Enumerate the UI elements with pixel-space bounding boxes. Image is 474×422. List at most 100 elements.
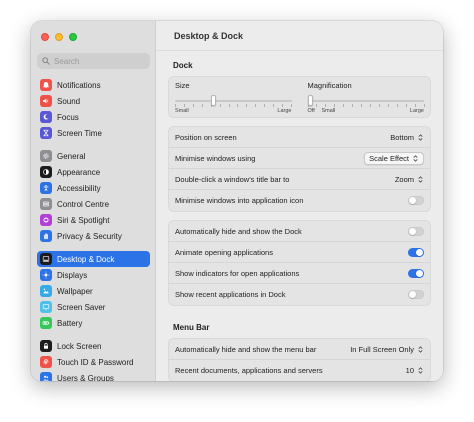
sidebar-item-label: Battery (57, 318, 83, 328)
sidebar-item-label: Notifications (57, 80, 101, 90)
control-centre-icon (40, 198, 52, 210)
indicators-toggle[interactable] (408, 268, 424, 278)
page-title: Desktop & Dock (156, 21, 443, 51)
recent-docs-popup[interactable]: 10 (406, 366, 424, 375)
animate-toggle[interactable] (408, 247, 424, 257)
double-click-value: Zoom (394, 174, 414, 184)
animate-row: Animate opening applications (169, 242, 430, 263)
double-click-popup[interactable]: Zoom (395, 175, 424, 184)
sidebar-item-notifications[interactable]: Notifications (37, 77, 150, 93)
window-controls (41, 33, 77, 41)
sidebar-item-label: Focus (57, 112, 79, 122)
menubar-section-title: Menu Bar (173, 323, 210, 332)
size-slider-knob[interactable] (210, 95, 216, 106)
siri-icon (40, 214, 52, 226)
sidebar-item-label: General (57, 151, 86, 161)
magnification-slider-group: Magnification Off Small Large (307, 81, 424, 114)
gear-icon (40, 150, 52, 162)
sidebar-item-focus[interactable]: Focus (37, 109, 150, 125)
search-icon (42, 57, 50, 65)
chevron-updown-icon (418, 175, 423, 183)
sidebar-item-label: Desktop & Dock (57, 254, 115, 264)
main-pane: Desktop & Dock Dock Size Small Large Mag… (156, 21, 443, 381)
sidebar-list: Notifications Sound Focus Screen Time Genera… (37, 77, 150, 381)
menubar-auto-hide-label: Automatically hide and show the menu bar (175, 344, 317, 354)
dock-size-group: Size Small Large Magnification Off Small (168, 76, 431, 118)
menubar-auto-hide-popup[interactable]: In Full Screen Only (350, 345, 424, 354)
sidebar-item-wallpaper[interactable]: Wallpaper (37, 283, 150, 299)
screen-saver-icon (40, 301, 52, 313)
sidebar-item-touch-id-password[interactable]: Touch ID & Password (37, 354, 150, 370)
auto-hide-dock-label: Automatically hide and show the Dock (175, 226, 302, 236)
position-popup[interactable]: Bottom (390, 133, 424, 142)
position-label: Position on screen (175, 132, 237, 142)
sidebar-item-label: Appearance (57, 167, 101, 177)
minimise-using-value: Scale Effect (369, 153, 409, 163)
double-click-label: Double-click a window's title bar to (175, 174, 290, 184)
chevron-updown-icon (418, 367, 423, 374)
minimise-into-icon-label: Minimise windows into application icon (175, 196, 304, 205)
sidebar-item-accessibility[interactable]: Accessibility (37, 180, 150, 196)
minimise-into-icon-row: Minimise windows into application icon (169, 190, 430, 211)
magnification-min-label: Small (321, 108, 336, 114)
double-click-row: Double-click a window's title bar to Zoo… (169, 169, 430, 190)
sidebar-item-users-groups[interactable]: Users & Groups (37, 370, 150, 381)
sidebar-item-privacy-security[interactable]: Privacy & Security (37, 228, 150, 244)
sidebar-item-screen-saver[interactable]: Screen Saver (37, 299, 150, 315)
recent-docs-value: 10 (405, 366, 414, 375)
minimise-using-popup[interactable]: Scale Effect (364, 151, 424, 165)
close-button[interactable] (41, 33, 49, 41)
fingerprint-icon (40, 356, 52, 368)
magnification-slider-track[interactable] (307, 100, 424, 102)
sidebar-item-label: Wallpaper (57, 286, 93, 296)
size-max-label: Large (277, 108, 292, 114)
sidebar-item-label: Siri & Spotlight (57, 215, 110, 225)
search-input[interactable] (54, 56, 144, 66)
magnification-slider-knob[interactable] (307, 95, 313, 106)
sidebar-item-displays[interactable]: Displays (37, 267, 150, 283)
menubar-group: Automatically hide and show the menu bar… (168, 338, 431, 381)
sidebar-item-desktop-dock[interactable]: Desktop & Dock (37, 251, 150, 267)
sidebar-item-label: Touch ID & Password (57, 357, 134, 367)
chevron-updown-icon (418, 133, 423, 141)
battery-icon (40, 317, 52, 329)
sidebar-item-siri-spotlight[interactable]: Siri & Spotlight (37, 212, 150, 228)
magnification-label: Magnification (307, 81, 352, 90)
sidebar-item-screen-time[interactable]: Screen Time (37, 125, 150, 141)
sidebar-item-label: Users & Groups (57, 373, 114, 382)
settings-window: Notifications Sound Focus Screen Time Genera… (31, 21, 443, 381)
magnification-off-label: Off (307, 108, 315, 114)
sidebar-item-sound[interactable]: Sound (37, 93, 150, 109)
sidebar: Notifications Sound Focus Screen Time Genera… (31, 21, 156, 381)
position-value: Bottom (390, 132, 414, 142)
size-label: Size (175, 81, 190, 90)
search-field[interactable] (37, 53, 150, 69)
settings-content: Dock Size Small Large Magnification Off … (156, 52, 443, 381)
auto-hide-dock-toggle[interactable] (408, 226, 424, 236)
minimize-button[interactable] (55, 33, 63, 41)
sidebar-item-label: Lock Screen (57, 341, 102, 351)
sidebar-item-label: Accessibility (57, 183, 101, 193)
sidebar-item-lock-screen[interactable]: Lock Screen (37, 338, 150, 354)
menubar-auto-hide-row: Automatically hide and show the menu bar… (169, 339, 430, 360)
menubar-auto-hide-value: In Full Screen Only (350, 344, 414, 354)
sun-icon (40, 269, 52, 281)
auto-hide-dock-row: Automatically hide and show the Dock (169, 221, 430, 242)
zoom-button[interactable] (69, 33, 77, 41)
hourglass-icon (40, 127, 52, 139)
size-slider-track[interactable] (175, 100, 292, 102)
minimise-into-icon-toggle[interactable] (408, 196, 424, 205)
wallpaper-icon (40, 285, 52, 297)
recent-docs-label: Recent documents, applications and serve… (175, 366, 323, 375)
sidebar-item-general[interactable]: General (37, 148, 150, 164)
sidebar-item-battery[interactable]: Battery (37, 315, 150, 331)
recent-apps-toggle[interactable] (408, 290, 424, 299)
indicators-label: Show indicators for open applications (175, 268, 300, 278)
appearance-icon (40, 166, 52, 178)
speaker-icon (40, 95, 52, 107)
sidebar-item-control-centre[interactable]: Control Centre (37, 196, 150, 212)
sidebar-item-label: Screen Time (57, 128, 102, 138)
sidebar-item-appearance[interactable]: Appearance (37, 164, 150, 180)
sidebar-item-label: Displays (57, 270, 88, 280)
sidebar-item-label: Privacy & Security (57, 231, 122, 241)
